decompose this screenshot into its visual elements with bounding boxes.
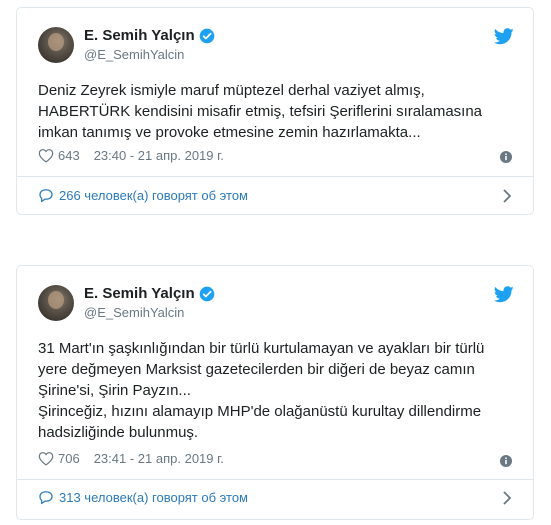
heart-icon[interactable] [38, 451, 54, 466]
avatar[interactable] [38, 285, 74, 321]
chevron-right-icon[interactable] [503, 189, 512, 203]
tweet-text: Deniz Zeyrek ismiyle maruf müptezel derh… [38, 82, 483, 141]
conversation-label[interactable]: 313 человек(а) говорят об этом [59, 490, 248, 505]
verified-badge-icon [199, 28, 214, 43]
tweet-header: E. Semih Yalçın @E_SemihYalcin [17, 266, 533, 336]
author-name[interactable]: E. Semih Yalçın [84, 285, 195, 302]
tweet-card[interactable]: E. Semih Yalçın @E_SemihYalcin 31 Mart'ı… [16, 265, 534, 520]
conversation-link[interactable]: 313 человек(а) говорят об этом [38, 490, 248, 505]
avatar[interactable] [38, 27, 74, 63]
info-icon[interactable] [500, 455, 512, 467]
divider [17, 479, 533, 480]
tweet-meta: 643 23:40 - 21 апр. 2019 г. [38, 148, 224, 163]
verified-badge-icon [199, 286, 214, 301]
tweet-header: E. Semih Yalçın @E_SemihYalcin [17, 8, 533, 78]
author-line: E. Semih Yalçın [84, 27, 215, 44]
tweet-text: 31 Mart'ın şaşkınlığından bir türlü kurt… [38, 340, 485, 441]
like-count[interactable]: 706 [58, 451, 80, 466]
conversation-label[interactable]: 266 человек(а) говорят об этом [59, 188, 248, 203]
twitter-bird-icon[interactable] [494, 286, 514, 303]
author-handle[interactable]: @E_SemihYalcin [84, 47, 184, 62]
tweet-meta: 706 23:41 - 21 апр. 2019 г. [38, 451, 224, 466]
timestamp[interactable]: 23:40 - 21 апр. 2019 г. [94, 148, 224, 163]
conversation-link[interactable]: 266 человек(а) говорят об этом [38, 188, 248, 203]
speech-bubble-icon [39, 189, 53, 203]
chevron-right-icon[interactable] [503, 491, 512, 505]
divider [17, 176, 533, 177]
timestamp[interactable]: 23:41 - 21 апр. 2019 г. [94, 451, 224, 466]
speech-bubble-icon [39, 491, 53, 505]
like-count[interactable]: 643 [58, 148, 80, 163]
twitter-bird-icon[interactable] [494, 28, 514, 45]
author-handle[interactable]: @E_SemihYalcin [84, 305, 184, 320]
tweet-card[interactable]: E. Semih Yalçın @E_SemihYalcin Deniz Zey… [16, 7, 534, 215]
author-line: E. Semih Yalçın [84, 285, 215, 302]
info-icon[interactable] [500, 151, 512, 163]
author-name[interactable]: E. Semih Yalçın [84, 27, 195, 44]
heart-icon[interactable] [38, 148, 54, 163]
